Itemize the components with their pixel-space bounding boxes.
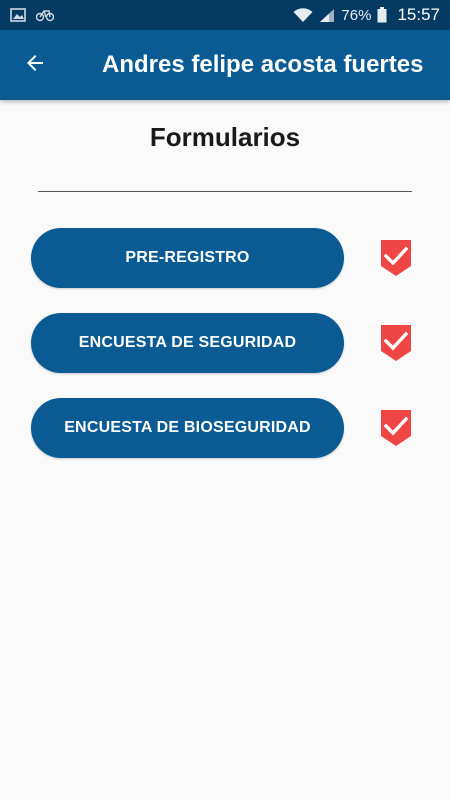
arrow-left-icon — [23, 51, 47, 80]
page-title: Formularios — [149, 122, 301, 152]
encuesta-seguridad-button[interactable]: ENCUESTA DE SEGURIDAD — [31, 313, 344, 373]
battery-percentage: 76% — [341, 6, 372, 24]
form-row-encuesta-seguridad: ENCUESTA DE SEGURIDAD — [31, 313, 421, 373]
status-right: 76% 15:57 — [293, 5, 440, 25]
check-badge-icon — [379, 408, 413, 448]
bike-icon — [36, 8, 54, 22]
back-button[interactable] — [0, 30, 70, 100]
divider — [38, 191, 412, 192]
form-row-encuesta-bioseguridad: ENCUESTA DE BIOSEGURIDAD — [31, 398, 421, 458]
check-badge-icon — [379, 323, 413, 363]
battery-icon — [377, 7, 387, 23]
wifi-icon — [293, 7, 313, 23]
check-badge-icon — [379, 238, 413, 278]
clock: 15:57 — [397, 5, 440, 24]
app-title: Andres felipe acosta fuertes — [102, 51, 424, 78]
pre-registro-button[interactable]: PRE-REGISTRO — [31, 228, 344, 288]
encuesta-bioseguridad-button[interactable]: ENCUESTA DE BIOSEGURIDAD — [31, 398, 344, 458]
form-row-pre-registro: PRE-REGISTRO — [31, 228, 421, 288]
app-bar: Andres felipe acosta fuertes — [0, 30, 450, 100]
signal-icon — [319, 8, 335, 23]
status-left — [10, 8, 54, 22]
image-icon — [10, 8, 26, 22]
status-bar: 76% 15:57 — [0, 0, 450, 30]
